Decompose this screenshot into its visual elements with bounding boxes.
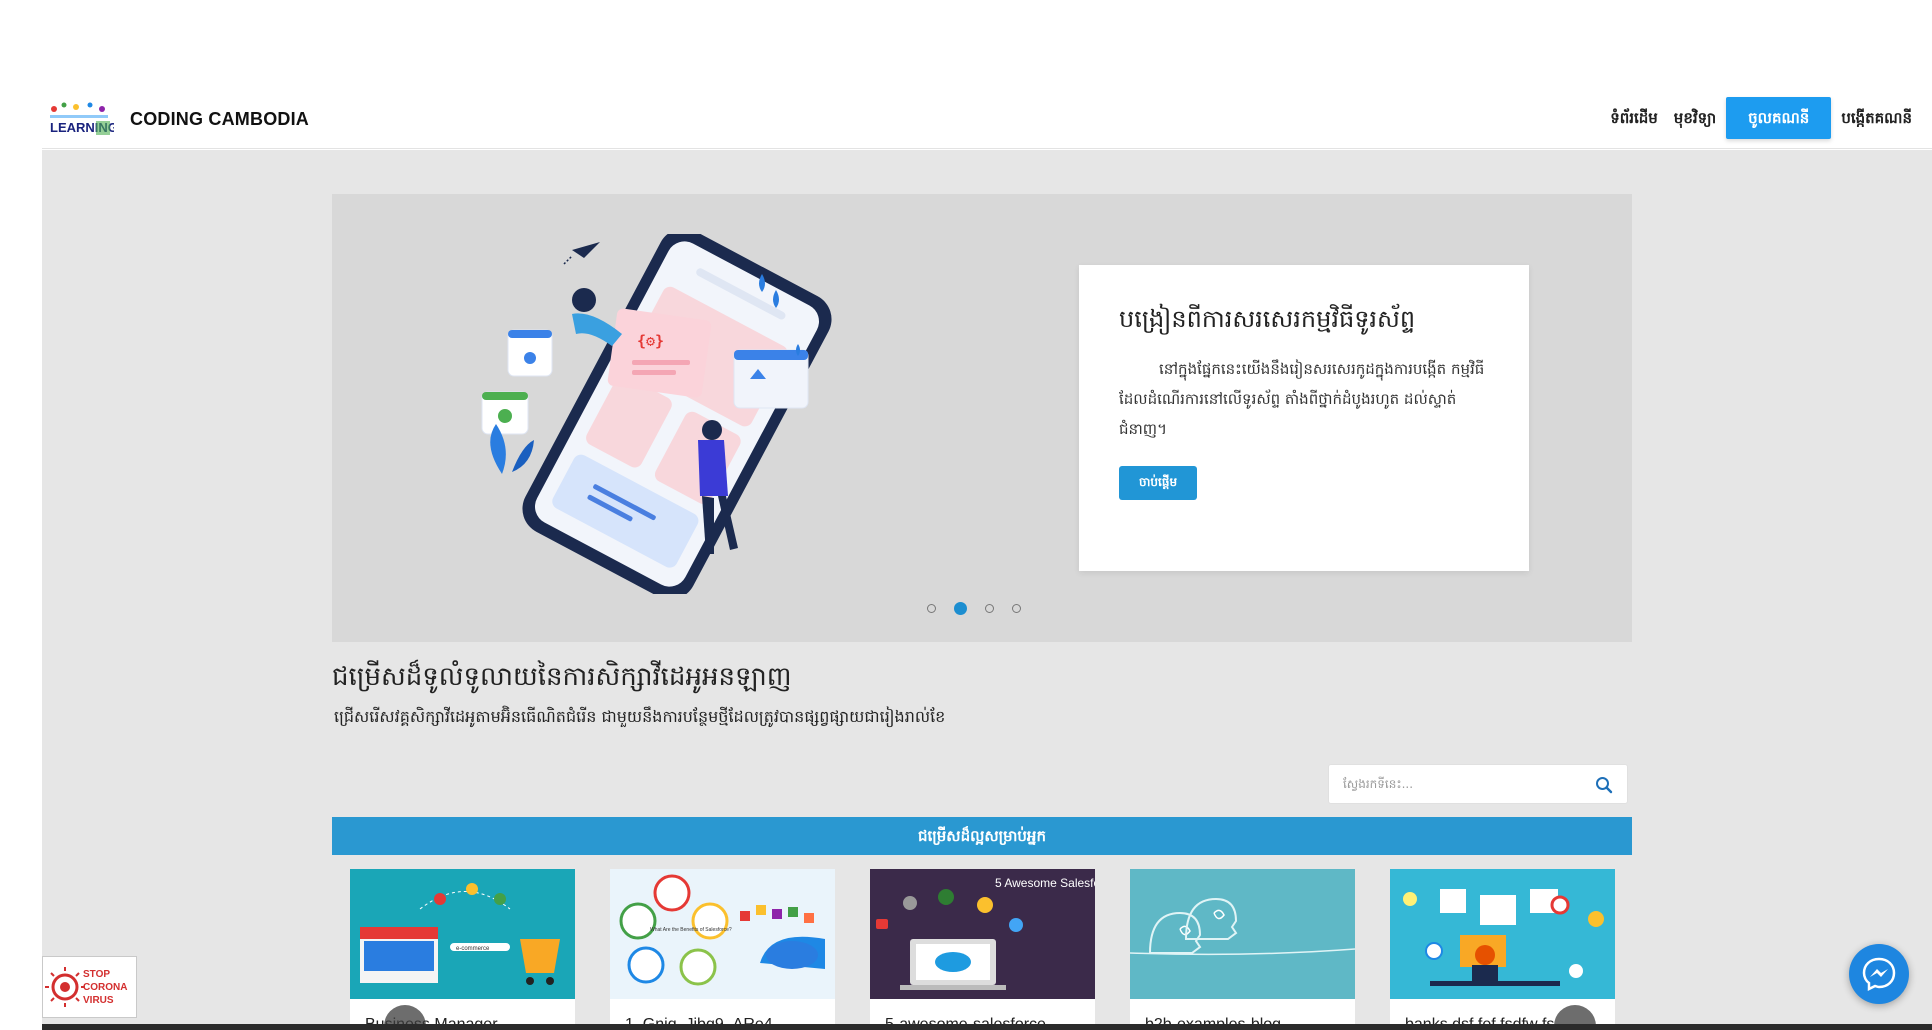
hero-carousel[interactable]: {⚙} បង្រៀនពីការសរសេរកម្មវិធីទូរស័ព្ទ នៅក… <box>332 194 1632 642</box>
course-card[interactable]: What Are the Benefits of Salesforce? 1_G… <box>610 869 835 1030</box>
register-link[interactable]: បង្កើតគណនី <box>1833 97 1920 139</box>
nav-home[interactable]: ទំព័រដើម <box>1602 97 1666 139</box>
carousel-dots <box>927 602 1021 615</box>
phone-illustration: {⚙} <box>472 228 852 600</box>
stop-corona-badge[interactable]: STOP CORONA VIRUS <box>42 956 137 1018</box>
search-icon[interactable] <box>1595 776 1613 794</box>
course-card[interactable]: 5 Awesome Salesforce Features 5-awesome-… <box>870 869 1095 1030</box>
corona-text: STOP <box>83 969 110 980</box>
search-input[interactable] <box>1329 765 1579 803</box>
start-button[interactable]: ចាប់ផ្តើម <box>1119 465 1198 500</box>
course-thumbnail: e-commerce <box>350 869 575 999</box>
messenger-icon <box>1862 957 1896 992</box>
page: LEARNING CODING CAMBODIA ទំព័រដើម មុខវិទ… <box>0 0 1932 1030</box>
login-button[interactable]: ចូលគណនី <box>1726 97 1832 139</box>
main-content: {⚙} បង្រៀនពីការសរសេរកម្មវិធីទូរស័ព្ទ នៅក… <box>42 150 1932 1030</box>
section-subtitle: ជ្រើសរើសវគ្គសិក្សាវីដេអូតាមអ៊ិនធើណិតជំរើ… <box>334 707 946 726</box>
corona-text: VIRUS <box>83 995 114 1006</box>
messenger-chat-button[interactable] <box>1849 944 1909 1004</box>
course-thumbnail <box>1390 869 1615 999</box>
bottom-scrollbar[interactable] <box>42 1024 1932 1030</box>
course-thumbnail: 5 Awesome Salesforce Features <box>870 869 1095 999</box>
course-thumbnail <box>1130 869 1355 999</box>
course-card[interactable]: e-commerce Business Manager <box>350 869 575 1030</box>
course-cards: e-commerce Business Manager What Are the… <box>350 869 1620 1030</box>
carousel-dot-4[interactable] <box>1012 604 1021 613</box>
hero-card: បង្រៀនពីការសរសេរកម្មវិធីទូរស័ព្ទ នៅក្នុង… <box>1079 265 1529 571</box>
card-image-text: What Are the Benefits of Salesforce? <box>650 927 732 933</box>
section-title: ជម្រើសដ៏ទូលំទូលាយនៃការសិក្សាវីដេអូអនឡាញ <box>332 662 792 692</box>
hero-text: នៅក្នុងផ្នែកនេះយើងនឹងរៀនសរសេរកូដក្នុងការ… <box>1119 359 1485 438</box>
brand[interactable]: LEARNING CODING CAMBODIA <box>46 99 309 139</box>
svg-text:{⚙}: {⚙} <box>637 332 664 350</box>
corona-text: CORONA <box>83 982 127 993</box>
search-box <box>1328 764 1628 804</box>
hero-title: បង្រៀនពីការសរសេរកម្មវិធីទូរស័ព្ទ <box>1119 305 1416 333</box>
card-image-text: 5 Awesome Salesforce Features <box>995 876 1095 890</box>
brand-name[interactable]: CODING CAMBODIA <box>130 109 309 130</box>
recommended-bar: ជម្រើសដ៏ល្អសម្រាប់អ្នក <box>332 817 1632 855</box>
carousel-dot-1[interactable] <box>927 604 936 613</box>
nav-links: ទំព័រដើម មុខវិទ្យា ចូលគណនី បង្កើតគណនី <box>1602 97 1920 139</box>
learning-logo[interactable]: LEARNING <box>46 99 118 139</box>
navbar: LEARNING CODING CAMBODIA ទំព័រដើម មុខវិទ… <box>42 93 1932 149</box>
course-thumbnail: What Are the Benefits of Salesforce? <box>610 869 835 999</box>
card-image-text: e-commerce <box>456 946 490 952</box>
carousel-dot-3[interactable] <box>985 604 994 613</box>
nav-subjects[interactable]: មុខវិទ្យា <box>1666 97 1724 139</box>
carousel-dot-2[interactable] <box>954 602 967 615</box>
course-card[interactable]: b2b-examples-blog <box>1130 869 1355 1030</box>
